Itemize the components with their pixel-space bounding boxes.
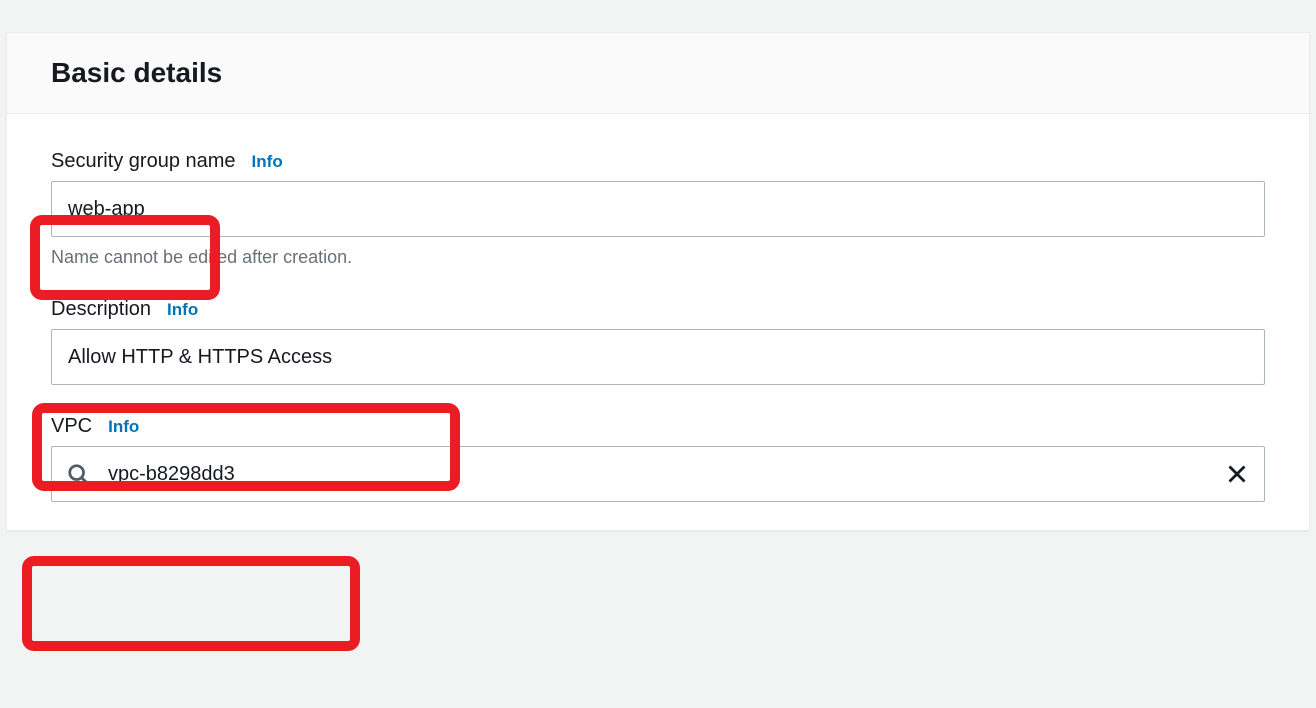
vpc-field: VPC Info xyxy=(51,415,1265,502)
annotation-highlight xyxy=(22,556,360,651)
field-label-row: VPC Info xyxy=(51,415,1265,438)
security-group-name-helper: Name cannot be edited after creation. xyxy=(51,247,1265,268)
panel-header: Basic details xyxy=(7,33,1309,114)
description-label: Description xyxy=(51,298,151,321)
security-group-name-label: Security group name xyxy=(51,150,236,173)
vpc-input-wrapper xyxy=(51,446,1265,502)
security-group-name-input[interactable] xyxy=(51,181,1265,237)
panel-body: Security group name Info Name cannot be … xyxy=(7,114,1309,530)
description-field: Description Info xyxy=(51,298,1265,385)
vpc-input[interactable] xyxy=(51,446,1265,502)
basic-details-panel: Basic details Security group name Info N… xyxy=(6,32,1310,531)
security-group-name-info-link[interactable]: Info xyxy=(252,152,283,172)
description-input[interactable] xyxy=(51,329,1265,385)
vpc-info-link[interactable]: Info xyxy=(108,417,139,437)
vpc-label: VPC xyxy=(51,415,92,438)
field-label-row: Description Info xyxy=(51,298,1265,321)
close-icon[interactable] xyxy=(1225,462,1249,486)
panel-title: Basic details xyxy=(51,57,1265,89)
security-group-name-field: Security group name Info Name cannot be … xyxy=(51,150,1265,268)
description-info-link[interactable]: Info xyxy=(167,300,198,320)
field-label-row: Security group name Info xyxy=(51,150,1265,173)
